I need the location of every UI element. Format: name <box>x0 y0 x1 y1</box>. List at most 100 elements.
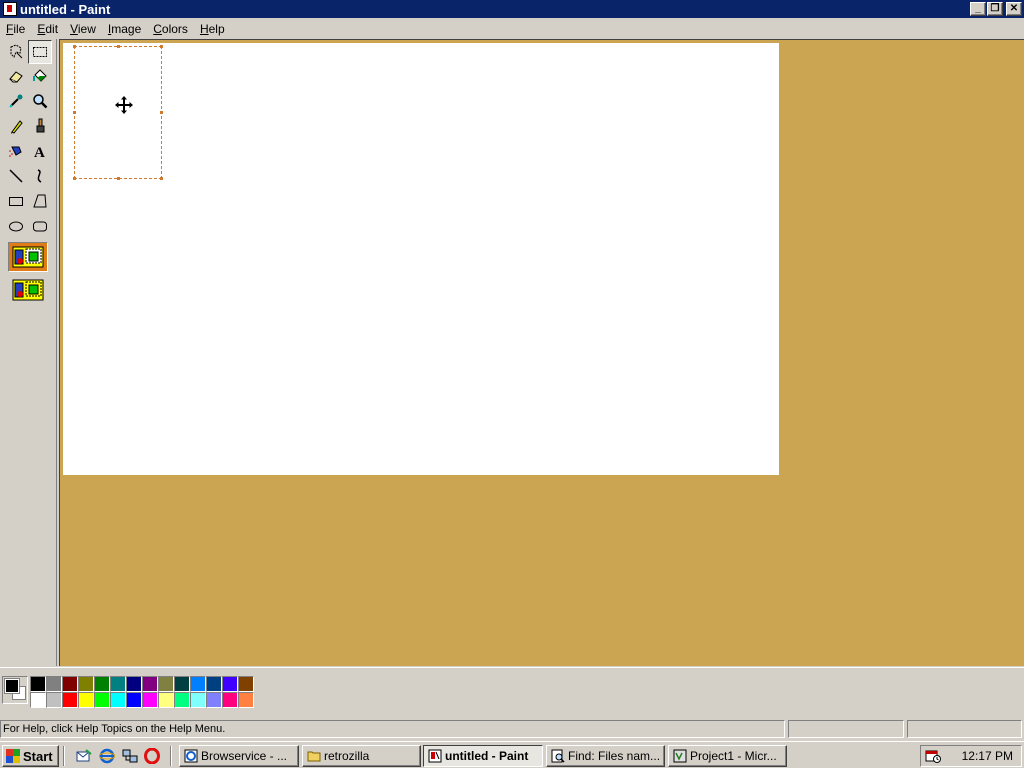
color-swatch[interactable] <box>206 676 222 692</box>
task-find-files[interactable]: Find: Files nam... <box>546 745 665 767</box>
task-label: Project1 - Micr... <box>690 749 777 763</box>
color-swatch[interactable] <box>30 692 46 708</box>
color-swatch[interactable] <box>62 692 78 708</box>
color-swatch[interactable] <box>94 692 110 708</box>
selection-handle[interactable] <box>73 45 76 48</box>
curve-icon <box>37 169 42 183</box>
foreground-color[interactable] <box>4 678 20 694</box>
quick-launch-network[interactable] <box>121 747 139 765</box>
find-icon <box>551 749 565 763</box>
line-icon <box>9 169 23 183</box>
start-button[interactable]: Start <box>2 745 59 767</box>
quick-launch-outlook[interactable] <box>75 747 93 765</box>
move-cursor-icon <box>115 96 133 114</box>
drawing-canvas[interactable] <box>63 43 779 475</box>
tool-polygon[interactable] <box>28 189 52 213</box>
color-swatch[interactable] <box>158 692 174 708</box>
color-swatch[interactable] <box>110 676 126 692</box>
color-swatch[interactable] <box>78 692 94 708</box>
tool-eraser[interactable] <box>4 64 28 88</box>
color-swatch[interactable] <box>174 676 190 692</box>
task-retrozilla[interactable]: retrozilla <box>302 745 421 767</box>
color-swatch[interactable] <box>110 692 126 708</box>
ie-page-icon <box>184 749 198 763</box>
menu-image[interactable]: Image <box>102 22 147 36</box>
tool-ellipse[interactable] <box>4 214 28 238</box>
free-select-icon <box>10 44 23 59</box>
transparent-selection-icon <box>12 279 44 301</box>
status-position-pane <box>788 720 904 738</box>
color-swatch[interactable] <box>62 676 78 692</box>
outlook-express-icon <box>76 749 92 762</box>
color-swatch[interactable] <box>94 676 110 692</box>
paint-app-icon[interactable] <box>3 2 17 16</box>
selection-handle[interactable] <box>73 111 76 114</box>
color-swatch[interactable] <box>238 676 254 692</box>
taskbar-separator <box>170 746 172 766</box>
taskbar-separator <box>63 746 65 766</box>
task-browservice[interactable]: Browservice - ... <box>179 745 299 767</box>
tool-airbrush[interactable] <box>4 139 28 163</box>
selection-handle[interactable] <box>117 177 120 180</box>
current-colors[interactable] <box>2 676 28 704</box>
selection-rectangle[interactable] <box>73 45 163 180</box>
tool-curve[interactable] <box>28 164 52 188</box>
selection-handle[interactable] <box>160 111 163 114</box>
internet-explorer-icon <box>99 748 115 764</box>
color-swatch[interactable] <box>142 676 158 692</box>
color-swatch[interactable] <box>46 692 62 708</box>
tool-magnifier[interactable] <box>28 89 52 113</box>
vb-project-icon <box>673 749 687 763</box>
task-project1[interactable]: Project1 - Micr... <box>668 745 787 767</box>
color-swatch[interactable] <box>78 676 94 692</box>
task-paint[interactable]: untitled - Paint <box>423 745 543 767</box>
color-swatch[interactable] <box>126 692 142 708</box>
color-swatch[interactable] <box>206 692 222 708</box>
pencil-icon <box>11 120 23 134</box>
tool-select[interactable] <box>28 40 52 64</box>
color-swatch[interactable] <box>126 676 142 692</box>
opera-icon <box>144 748 160 764</box>
menu-view[interactable]: View <box>64 22 102 36</box>
color-swatch[interactable] <box>222 692 238 708</box>
minimize-button[interactable]: _ <box>970 2 986 16</box>
title-bar[interactable]: untitled - Paint _ ❐ ✕ <box>0 0 1024 18</box>
network-icon <box>122 749 138 763</box>
tool-fill[interactable] <box>28 64 52 88</box>
color-swatch[interactable] <box>158 676 174 692</box>
tool-pencil[interactable] <box>4 114 28 138</box>
color-swatch[interactable] <box>238 692 254 708</box>
menu-help[interactable]: Help <box>194 22 231 36</box>
menu-edit[interactable]: Edit <box>31 22 64 36</box>
color-swatch[interactable] <box>142 692 158 708</box>
tool-line[interactable] <box>4 164 28 188</box>
opaque-selection-option[interactable] <box>8 242 48 272</box>
tool-brush[interactable] <box>28 114 52 138</box>
selection-handle[interactable] <box>73 177 76 180</box>
selection-handle[interactable] <box>160 45 163 48</box>
quick-launch-ie[interactable] <box>98 747 116 765</box>
svg-text:A: A <box>34 145 45 159</box>
tool-rounded-rectangle[interactable] <box>28 214 52 238</box>
selection-handle[interactable] <box>160 177 163 180</box>
tool-rectangle[interactable] <box>4 189 28 213</box>
tool-pick-color[interactable] <box>4 89 28 113</box>
tool-free-form-select[interactable] <box>4 40 28 64</box>
color-swatch[interactable] <box>190 676 206 692</box>
close-button[interactable]: ✕ <box>1006 2 1022 16</box>
color-swatch[interactable] <box>190 692 206 708</box>
menu-file[interactable]: File <box>0 22 31 36</box>
color-swatch[interactable] <box>46 676 62 692</box>
color-swatch[interactable] <box>174 692 190 708</box>
menu-colors[interactable]: Colors <box>147 22 194 36</box>
transparent-selection-option[interactable] <box>8 275 48 305</box>
quick-launch-opera[interactable] <box>143 747 161 765</box>
color-swatch[interactable] <box>222 676 238 692</box>
taskbar-clock[interactable]: 12:17 PM <box>962 749 1013 763</box>
rounded-rect-icon <box>33 221 47 232</box>
color-swatch[interactable] <box>30 676 46 692</box>
scheduled-tasks-icon[interactable] <box>925 748 941 764</box>
restore-button[interactable]: ❐ <box>987 2 1003 16</box>
selection-handle[interactable] <box>117 45 120 48</box>
tool-text[interactable]: A <box>28 139 52 163</box>
